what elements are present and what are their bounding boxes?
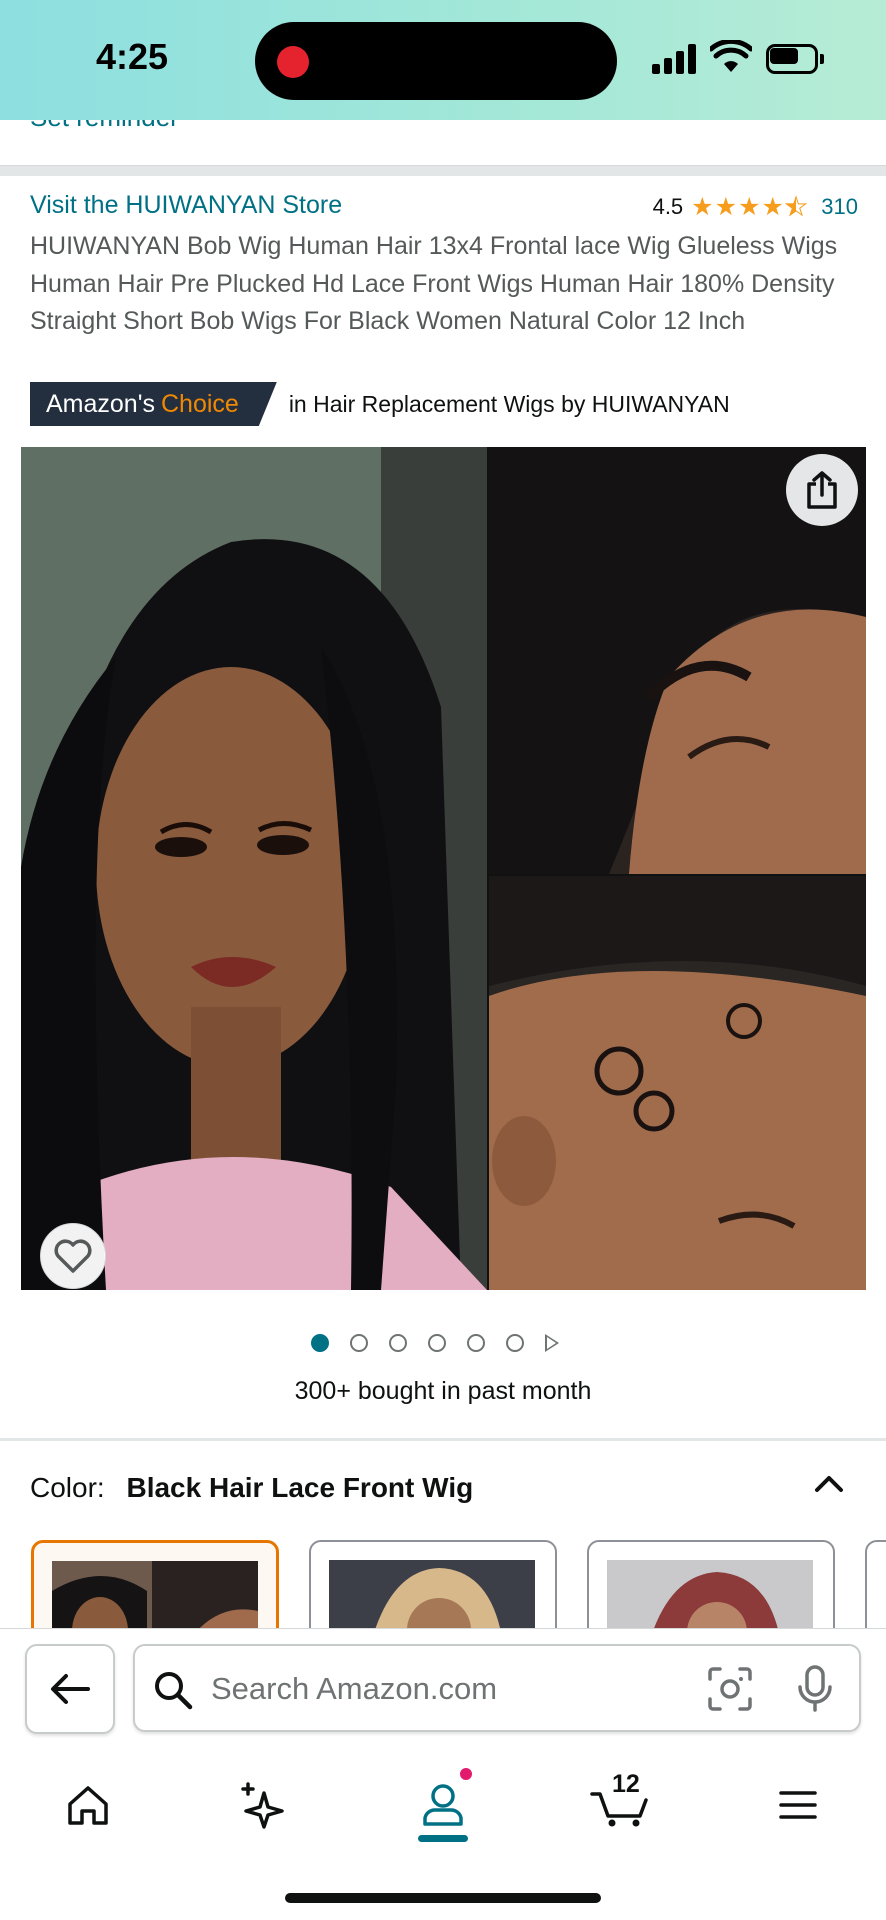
set-reminder-link[interactable]: Set reminder (30, 120, 179, 136)
color-selector-header[interactable]: Color: Black Hair Lace Front Wig (30, 1472, 473, 1504)
home-icon (68, 1786, 108, 1825)
carousel-dot[interactable] (506, 1334, 524, 1352)
rating-value: 4.5 (652, 194, 684, 219)
carousel-dot[interactable] (389, 1334, 407, 1352)
color-value: Black Hair Lace Front Wig (126, 1472, 474, 1503)
visit-store-link[interactable]: Visit the HUIWANYAN Store (30, 191, 342, 220)
cart-count: 12 (612, 1770, 640, 1798)
product-image-main[interactable] (21, 447, 487, 1290)
mic-icon[interactable] (795, 1664, 835, 1714)
add-to-list-heart-button[interactable] (40, 1223, 106, 1289)
back-arrow-icon (51, 1674, 90, 1704)
back-button[interactable] (25, 1644, 115, 1734)
product-image-gallery[interactable] (21, 447, 866, 1290)
product-title: HUIWANYAN Bob Wig Human Hair 13x4 Fronta… (30, 232, 838, 335)
status-bar: 4:25 (0, 0, 886, 120)
search-input[interactable] (211, 1664, 661, 1714)
rating-summary[interactable]: 4.5 ★ ★ ★ ★ ★ 310 (653, 194, 858, 220)
amazon-product-page: 4:25 Set reminder Visit the HUIWANYAN St… (0, 0, 886, 1920)
recording-indicator-icon (277, 46, 309, 78)
active-tab-indicator (418, 1835, 468, 1842)
nav-home[interactable] (53, 1770, 123, 1840)
nav-rufus[interactable] (230, 1770, 300, 1840)
badge-choice-word: Choice (160, 389, 239, 418)
bought-past-month-text: 300+ bought in past month (294, 1377, 592, 1405)
share-icon (807, 471, 837, 509)
wifi-icon (710, 40, 752, 72)
home-indicator (285, 1893, 601, 1903)
amazons-choice-badge: Amazon's Choice (30, 382, 277, 426)
swatch-thumbnail (329, 1560, 535, 1628)
carousel-dot[interactable] (311, 1334, 329, 1352)
swatch-thumbnail (52, 1561, 258, 1628)
badge-category: in Hair Replacement Wigs by HUIWANYAN (288, 390, 730, 417)
carousel-dot[interactable] (428, 1334, 446, 1352)
status-time: 4:25 (96, 36, 169, 77)
section-separator (0, 166, 886, 176)
sparkle-icon (241, 1782, 284, 1829)
menu-icon (779, 1791, 817, 1819)
dynamic-island (255, 22, 617, 100)
color-swatch-burgundy[interactable] (587, 1540, 835, 1628)
search-icon (155, 1672, 193, 1710)
amazons-choice-row: Amazon's Choice in Hair Replacement Wigs… (30, 382, 730, 426)
notification-dot (458, 1766, 474, 1782)
share-button[interactable] (786, 454, 858, 526)
heart-icon (54, 1239, 92, 1273)
color-swatch-black[interactable] (31, 1540, 279, 1628)
chevron-up-icon[interactable] (812, 1468, 846, 1498)
color-swatch-more[interactable] (865, 1540, 886, 1628)
video-play-icon[interactable] (545, 1334, 559, 1352)
swatch-thumbnail (607, 1560, 813, 1628)
profile-icon (423, 1784, 463, 1826)
battery-icon (766, 44, 824, 74)
badge-prefix: Amazon's (46, 389, 155, 418)
color-swatch-list (0, 1540, 886, 1628)
search-bar[interactable] (133, 1644, 861, 1732)
color-label: Color: (30, 1472, 105, 1503)
carousel-indicator (311, 1334, 559, 1352)
nav-menu[interactable] (763, 1770, 833, 1840)
section-divider (0, 1438, 886, 1441)
carousel-dot[interactable] (467, 1334, 485, 1352)
product-image-hairline-bottom[interactable] (489, 876, 866, 1290)
color-swatch-blonde[interactable] (309, 1540, 557, 1628)
review-count-link[interactable]: 310 (821, 194, 858, 220)
carousel-dot[interactable] (350, 1334, 368, 1352)
camera-icon[interactable] (707, 1666, 753, 1712)
cellular-signal-icon (652, 44, 700, 74)
star-rating-icon: ★ ★ ★ ★ ★ (691, 193, 808, 221)
partial-reminder-clip: Set reminder (0, 120, 886, 168)
